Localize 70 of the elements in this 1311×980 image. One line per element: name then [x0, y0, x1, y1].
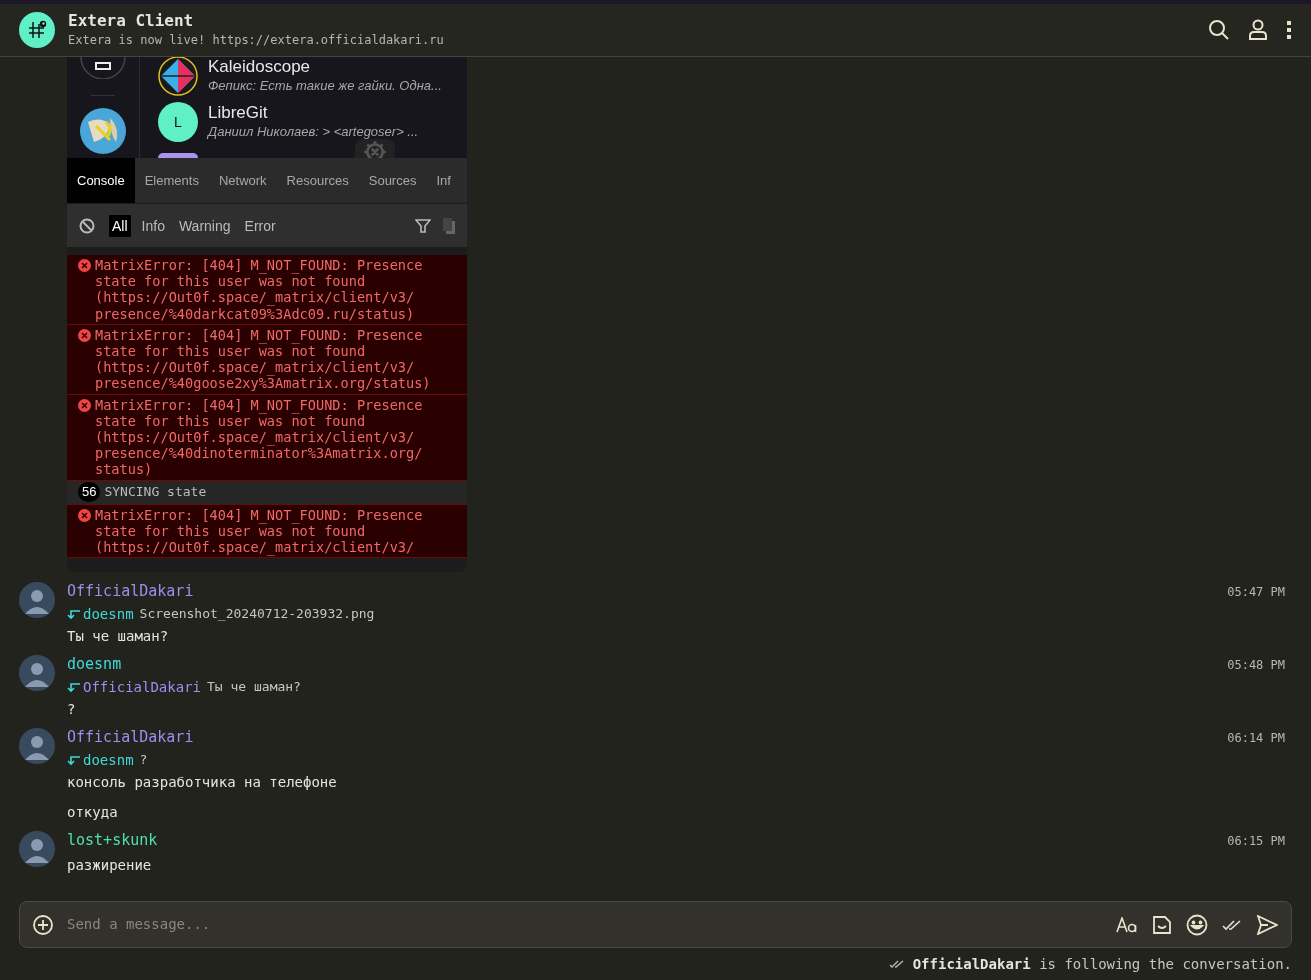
- error-icon: [78, 508, 91, 522]
- message-time: 05:47 PM: [1227, 584, 1285, 601]
- devtools-tab[interactable]: Resources: [276, 158, 359, 203]
- room-avatar: L: [158, 102, 198, 142]
- room-name: LibreGit: [208, 103, 269, 123]
- sender-name[interactable]: OfficialDakari: [67, 728, 194, 747]
- message-text: разжирение: [67, 856, 153, 875]
- filter-option[interactable]: Info: [138, 214, 168, 237]
- message-time: 06:14 PM: [1227, 730, 1285, 747]
- message-text: консоль разработчика на телефоне: [67, 773, 338, 792]
- more-icon[interactable]: [1286, 20, 1292, 40]
- read-receipt-icon[interactable]: [1222, 918, 1242, 931]
- sender-name[interactable]: lost+skunk: [67, 831, 158, 850]
- avatar: [19, 582, 55, 618]
- filter-icon[interactable]: [415, 217, 431, 234]
- read-receipt-icon: [888, 959, 905, 969]
- message-composer[interactable]: Send a message...: [19, 901, 1292, 948]
- filter-option[interactable]: Warning: [175, 214, 234, 237]
- search-icon[interactable]: [1208, 19, 1230, 41]
- room-topic: Extera is now live! https://extera.officialdakari.ru: [68, 32, 444, 49]
- message-text: ?: [67, 700, 77, 719]
- room-logo-icon: [19, 12, 55, 48]
- log-group-label: SYNCING state: [104, 484, 207, 501]
- emoji-icon[interactable]: [1186, 913, 1208, 936]
- error-icon: [78, 328, 91, 342]
- error-message: MatrixError: [404] M_NOT_FOUND: Presence state for this user was not found (https://Out0f.space/_matrix/client/v3/ presence/%40darkcat09%3Adc09.ru/status): [95, 257, 424, 322]
- filter-option[interactable]: All: [109, 214, 131, 237]
- sticker-icon[interactable]: [1152, 914, 1172, 935]
- user-icon[interactable]: [1248, 19, 1268, 41]
- devtools-tab[interactable]: Elements: [134, 158, 209, 203]
- send-icon[interactable]: [1256, 914, 1278, 935]
- error-message: MatrixError: [404] M_NOT_FOUND: Presence state for this user was not found (https://Out0f.space/_matrix/client/v3/ presence/%40goose2xy%3Amatrix.org/status): [95, 326, 432, 392]
- devtools-tab[interactable]: Sources: [358, 158, 427, 203]
- message-text: откуда: [67, 803, 119, 822]
- message-time: 06:15 PM: [1227, 833, 1285, 850]
- devtools-tab[interactable]: Network: [208, 158, 277, 203]
- following-status: OfficialDakari is following the conversation.: [912, 954, 1292, 974]
- error-icon: [78, 398, 91, 412]
- error-icon: [78, 259, 91, 272]
- text-format-icon[interactable]: [1116, 916, 1138, 933]
- avatar: [19, 728, 55, 764]
- devtools-tab[interactable]: Console: [67, 158, 135, 203]
- reply-arrow-icon: [67, 754, 81, 766]
- reply-arrow-icon: [67, 608, 81, 620]
- reply-preview: ?: [139, 751, 148, 769]
- avatar: [19, 655, 55, 691]
- room-preview: Фепикс: Есть такие же гайки. Одна...: [208, 77, 442, 95]
- reply-arrow-icon: [67, 681, 81, 693]
- message-input[interactable]: Send a message...: [67, 914, 1102, 935]
- reply-sender[interactable]: doesnm: [83, 605, 134, 623]
- sender-name[interactable]: doesnm: [67, 655, 122, 674]
- error-message: MatrixError: [404] M_NOT_FOUND: Presence state for this user was not found (https://Out0f.space/_matrix/client/v3/ presence/%40dinoterminator%3Amatrix.org/ status): [95, 396, 424, 478]
- avatar: [19, 831, 55, 867]
- message-time: 05:48 PM: [1227, 657, 1285, 674]
- room-preview: Даниил Николаев: > <artegoser> ...: [208, 123, 419, 141]
- reply-sender[interactable]: OfficialDakari: [83, 678, 201, 696]
- globe-icon: [80, 108, 126, 154]
- add-icon[interactable]: [33, 914, 53, 935]
- error-message: MatrixError: [404] M_NOT_FOUND: Presence state for this user was not found (https://Out0f.space/_matrix/client/v3/: [95, 506, 424, 556]
- sender-name[interactable]: OfficialDakari: [67, 582, 194, 601]
- clear-icon[interactable]: [79, 217, 95, 234]
- room-name: Kaleidoscope: [208, 57, 312, 77]
- devtools-tab[interactable]: Inf: [426, 158, 461, 203]
- room-title: Extera Client: [68, 11, 195, 31]
- reply-sender[interactable]: doesnm: [83, 751, 134, 769]
- message-text: Ты че шаман?: [67, 627, 170, 646]
- count-badge: 56: [78, 482, 101, 503]
- filter-option[interactable]: Error: [241, 214, 279, 237]
- reply-preview: Screenshot_20240712-203932.png: [139, 605, 375, 623]
- reply-preview: Ты че шаман?: [207, 678, 301, 696]
